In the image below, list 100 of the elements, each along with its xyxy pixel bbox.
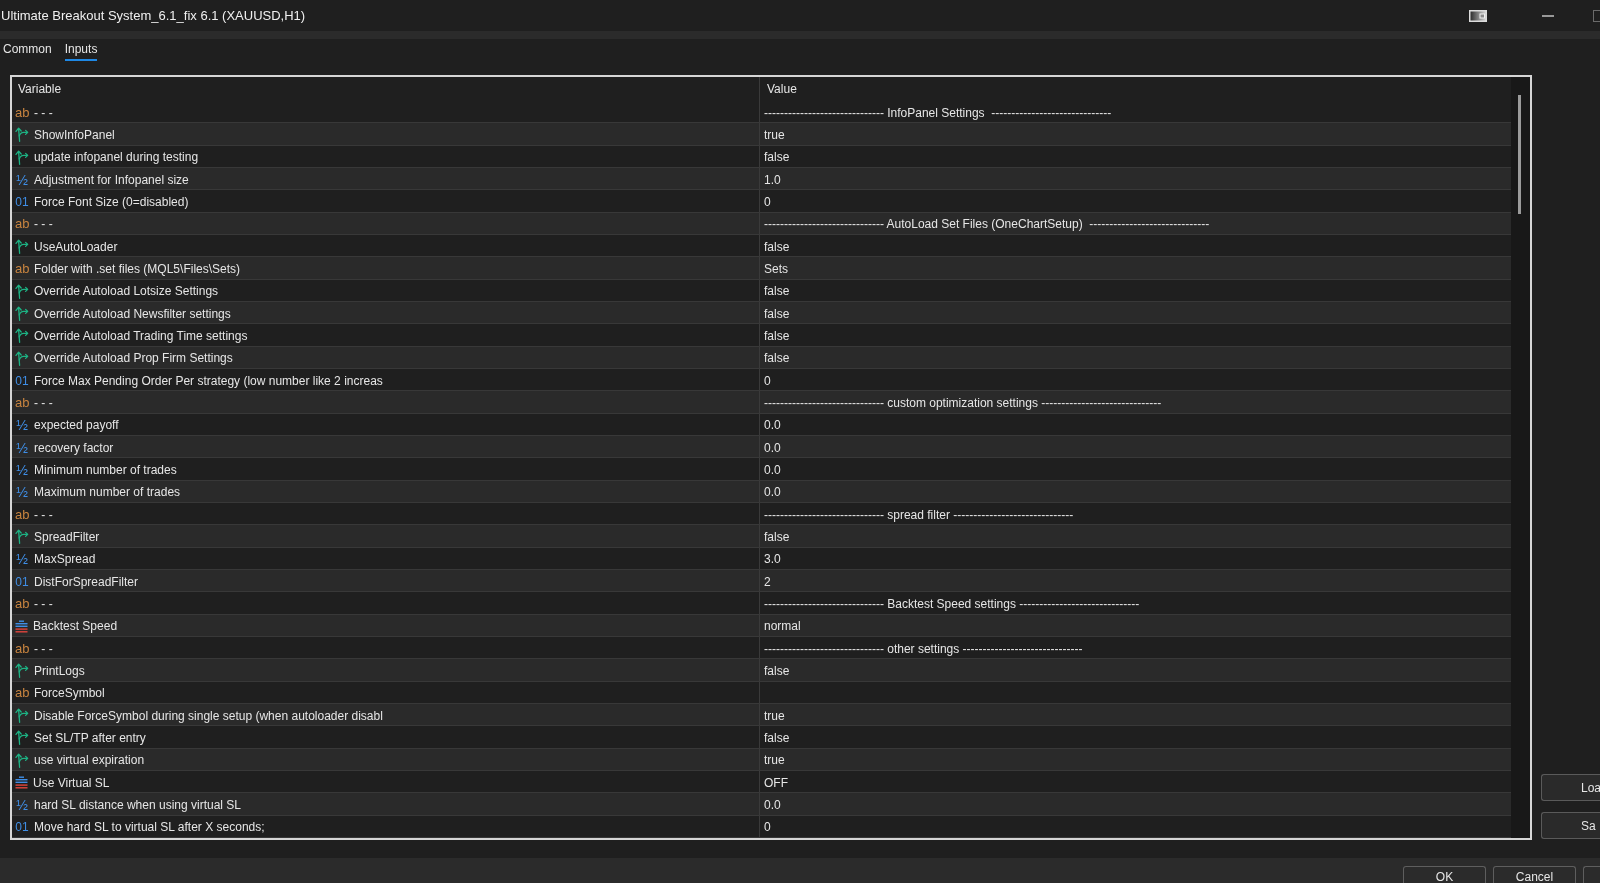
variable-name: - - - — [34, 105, 53, 120]
variable-name: Force Max Pending Order Per strategy (low number like 2 increas — [34, 373, 383, 388]
value-text: 0 — [764, 373, 771, 388]
variable-name: expected payoff — [34, 418, 119, 433]
variable-name: - - - — [34, 596, 53, 611]
value-text: normal — [764, 619, 801, 634]
variable-name: Override Autoload Lotsize Settings — [34, 284, 219, 299]
value-text: Sets — [764, 261, 788, 276]
value-text: false — [764, 150, 790, 165]
variable-name: recovery factor — [34, 440, 114, 455]
variable-name: Adjustment for Infopanel size — [34, 172, 189, 187]
list-lines-icon — [15, 776, 28, 789]
value-text: false — [764, 239, 790, 254]
value-text: 0.0 — [764, 440, 781, 455]
variable-name: - - - — [34, 395, 53, 410]
value-text: 1.0 — [764, 172, 781, 187]
variable-name: MaxSpread — [34, 552, 96, 567]
dialog-button[interactable]: OK — [1403, 866, 1486, 883]
fraction-icon: ½ — [15, 172, 29, 187]
value-text: ------------------------------ custom optimization settings ------------------------------ — [764, 395, 1162, 410]
text-type-icon: ab — [15, 261, 29, 276]
value-text: 2 — [764, 574, 771, 589]
digits-icon: 01 — [15, 194, 29, 209]
maximize-icon[interactable] — [1593, 9, 1600, 22]
value-text: true — [764, 708, 785, 723]
variable-name: Override Autoload Newsfilter settings — [34, 306, 231, 321]
window-title: Ultimate Breakout System_6.1_fix 6.1 (XAUUSD,H1) — [0, 8, 306, 23]
value-text: false — [764, 351, 790, 366]
text-type-icon: ab — [15, 686, 29, 701]
branch-arrow-icon — [15, 239, 29, 255]
digits-icon: 01 — [15, 574, 29, 589]
pip-window-icon[interactable] — [1469, 9, 1487, 22]
dialog-button[interactable]: Cancel — [1493, 866, 1576, 883]
value-text: false — [764, 284, 790, 299]
value-text: 0.0 — [764, 462, 781, 477]
branch-arrow-icon — [15, 149, 29, 165]
value-text: 0.0 — [764, 418, 781, 433]
variable-name: Maximum number of trades — [34, 485, 181, 500]
dialog-button[interactable] — [1583, 866, 1600, 883]
variable-name: Override Autoload Prop Firm Settings — [34, 351, 233, 366]
fraction-icon: ½ — [15, 797, 29, 812]
branch-arrow-icon — [15, 730, 29, 746]
variable-name: use virtual expiration — [34, 753, 145, 768]
variable-name: Move hard SL to virtual SL after X seconds; — [34, 820, 265, 835]
digits-icon: 01 — [15, 373, 29, 388]
variable-name: Force Font Size (0=disabled) — [34, 194, 189, 209]
variable-name: ShowInfoPanel — [34, 128, 115, 142]
variable-name: Folder with .set files (MQL5\Files\Sets) — [34, 261, 241, 276]
value-text: true — [764, 753, 785, 768]
text-type-icon: ab — [15, 395, 29, 410]
branch-arrow-icon — [15, 529, 29, 545]
branch-arrow-icon — [15, 663, 29, 679]
tab[interactable]: Common — [3, 39, 52, 61]
value-text: false — [764, 730, 790, 745]
variable-name: Disable ForceSymbol during single setup (when autoloader disabl — [34, 708, 383, 723]
variable-name: update infopanel during testing — [34, 150, 199, 165]
value-text: 3.0 — [764, 552, 781, 567]
value-text: false — [764, 328, 790, 343]
scrollbar-thumb[interactable] — [1518, 95, 1521, 214]
variable-name: Use Virtual SL — [33, 775, 110, 790]
branch-arrow-icon — [15, 328, 29, 344]
variable-name: - - - — [34, 507, 53, 522]
value-text: 0.0 — [764, 797, 781, 812]
save-button[interactable]: Sa — [1541, 812, 1600, 839]
value-text: OFF — [764, 775, 788, 790]
list-lines-icon — [15, 619, 28, 633]
value-text: 0 — [764, 194, 771, 209]
column-header[interactable]: Variable — [12, 77, 759, 101]
branch-arrow-icon — [15, 283, 29, 299]
value-text: ------------------------------ Backtest Speed settings ------------------------------ — [764, 596, 1140, 611]
branch-arrow-icon — [15, 752, 29, 768]
digits-icon: 01 — [15, 820, 29, 835]
variable-name: Set SL/TP after entry — [34, 730, 146, 745]
value-text: 0.0 — [764, 485, 781, 500]
variable-name: SpreadFilter — [34, 529, 100, 544]
variable-name: ForceSymbol — [34, 686, 105, 701]
fraction-icon: ½ — [15, 552, 29, 567]
text-type-icon: ab — [15, 217, 29, 232]
value-text: false — [764, 306, 790, 321]
value-text: ------------------------------ AutoLoad Set Files (OneChartSetup) ------------------------------ — [764, 217, 1210, 232]
variable-name: Backtest Speed — [33, 619, 118, 634]
value-text: false — [764, 529, 790, 544]
fraction-icon: ½ — [15, 418, 29, 433]
value-text: false — [764, 663, 790, 678]
text-type-icon: ab — [15, 507, 29, 522]
branch-arrow-icon — [15, 708, 29, 723]
tab[interactable]: Inputs — [64, 39, 98, 61]
text-type-icon: ab — [15, 596, 29, 611]
minimize-icon[interactable] — [1542, 14, 1554, 17]
value-text: ------------------------------ InfoPanel Settings ------------------------------ — [764, 105, 1112, 120]
value-text: true — [764, 128, 785, 142]
branch-arrow-icon — [15, 127, 29, 143]
variable-name: - - - — [34, 641, 53, 656]
variable-name: PrintLogs — [34, 663, 85, 678]
value-text: ------------------------------ spread filter ------------------------------ — [764, 507, 1074, 522]
value-text: ------------------------------ other settings ------------------------------ — [764, 641, 1083, 656]
branch-arrow-icon — [15, 350, 29, 366]
fraction-icon: ½ — [15, 440, 29, 455]
variable-name: Override Autoload Trading Time settings — [34, 328, 248, 343]
variable-name: Minimum number of trades — [34, 462, 177, 477]
